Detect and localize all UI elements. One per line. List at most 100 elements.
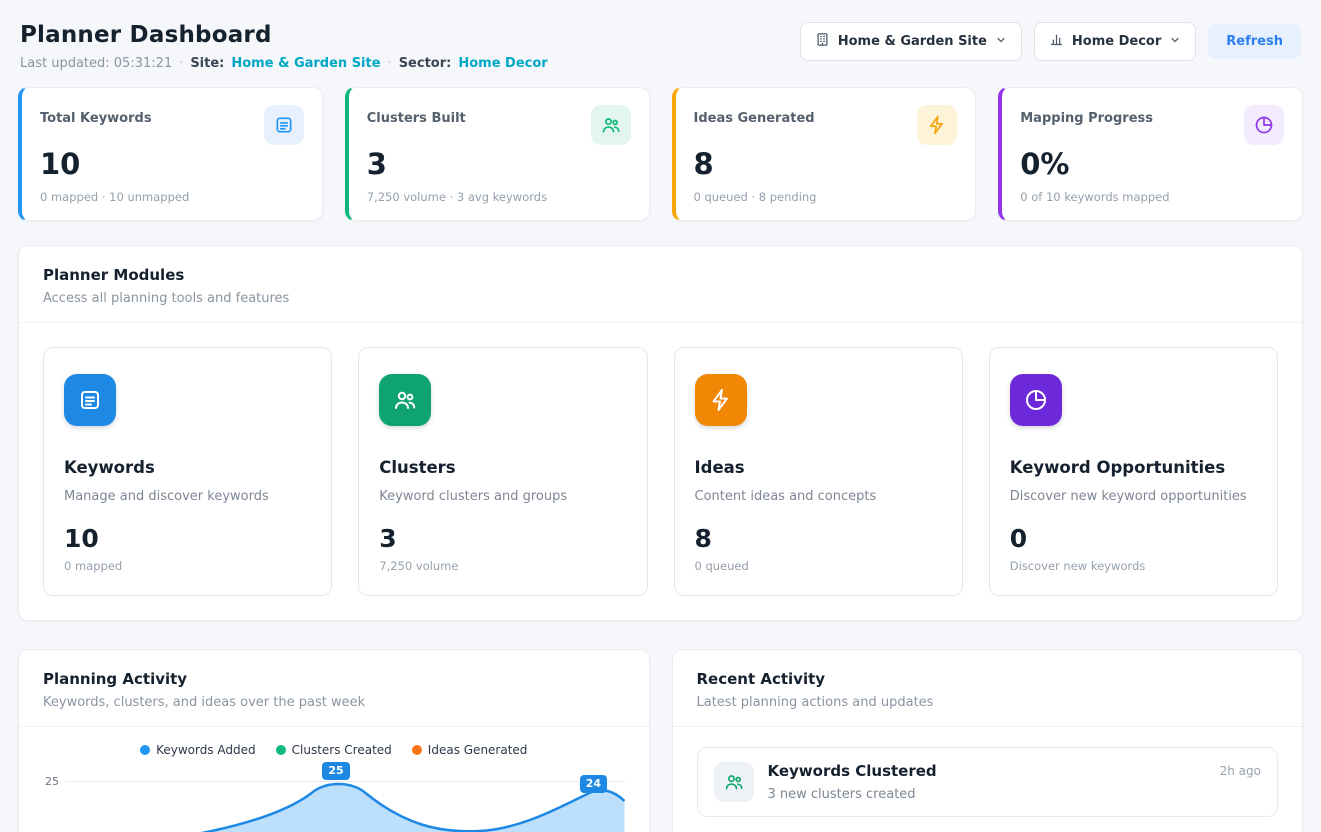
users-icon	[591, 105, 631, 145]
stats-row: Total Keywords 10 0 mapped · 10 unmapped…	[18, 87, 1303, 221]
pie-chart-icon	[1244, 105, 1284, 145]
bar-chart-icon	[1049, 32, 1064, 51]
module-card-keyword-opportunities[interactable]: Keyword Opportunities Discover new keywo…	[989, 347, 1278, 596]
planner-modules-panel: Planner Modules Access all planning tool…	[18, 245, 1303, 621]
page-meta: Last updated: 05:31:21 · Site: Home & Ga…	[20, 56, 548, 71]
legend-dot	[276, 745, 286, 755]
document-icon	[64, 374, 116, 426]
module-title: Clusters	[379, 458, 626, 477]
chevron-down-icon	[995, 34, 1007, 50]
legend-dot	[412, 745, 422, 755]
stat-detail: 0 queued · 8 pending	[694, 190, 958, 204]
data-point-label: 25	[322, 762, 349, 780]
module-description: Discover new keyword opportunities	[1010, 489, 1257, 504]
data-point-label: 24	[580, 775, 607, 793]
stat-card-clusters-built: Clusters Built 3 7,250 volume · 3 avg ke…	[345, 87, 650, 221]
bottom-row: Planning Activity Keywords, clusters, an…	[18, 649, 1303, 832]
legend-item-keywords-added: Keywords Added	[140, 743, 256, 757]
stat-label: Clusters Built	[367, 105, 466, 126]
planning-activity-header: Planning Activity Keywords, clusters, an…	[19, 650, 649, 727]
users-icon	[379, 374, 431, 426]
site-label: Site:	[190, 56, 224, 71]
area-chart: 25 24	[65, 771, 625, 832]
modules-panel-header: Planner Modules Access all planning tool…	[19, 246, 1302, 323]
meta-separator: ·	[388, 56, 392, 71]
stat-label: Mapping Progress	[1020, 105, 1153, 126]
last-updated-text: Last updated: 05:31:21	[20, 56, 172, 71]
recent-activity-header: Recent Activity Latest planning actions …	[673, 650, 1303, 727]
activity-title: Keywords Clustered	[768, 762, 1206, 780]
module-title: Keywords	[64, 458, 311, 477]
bolt-icon	[695, 374, 747, 426]
activity-timestamp: 2h ago	[1220, 762, 1261, 778]
module-detail: 0 queued	[695, 559, 942, 573]
module-value: 3	[379, 524, 626, 553]
stat-value: 3	[367, 147, 631, 181]
module-description: Manage and discover keywords	[64, 489, 311, 504]
sector-dropdown-label: Home Decor	[1072, 34, 1161, 49]
list-item: Keywords Clustered 3 new clusters create…	[697, 747, 1279, 817]
activity-list: Keywords Clustered 3 new clusters create…	[673, 727, 1303, 832]
keywords-added-area	[65, 771, 625, 832]
legend-label: Clusters Created	[292, 743, 392, 757]
meta-separator: ·	[179, 56, 183, 71]
stat-detail: 0 mapped · 10 unmapped	[40, 190, 304, 204]
recent-activity-subtitle: Latest planning actions and updates	[697, 695, 1279, 710]
sector-link[interactable]: Home Decor	[458, 56, 547, 71]
planner-dashboard-page: Planner Dashboard Last updated: 05:31:21…	[0, 0, 1321, 832]
document-icon	[264, 105, 304, 145]
module-title: Ideas	[695, 458, 942, 477]
legend-dot	[140, 745, 150, 755]
stat-detail: 0 of 10 keywords mapped	[1020, 190, 1284, 204]
legend-label: Keywords Added	[156, 743, 256, 757]
stat-label: Ideas Generated	[694, 105, 815, 126]
stat-card-mapping-progress: Mapping Progress 0% 0 of 10 keywords map…	[998, 87, 1303, 221]
stat-detail: 7,250 volume · 3 avg keywords	[367, 190, 631, 204]
stat-label: Total Keywords	[40, 105, 152, 126]
module-value: 0	[1010, 524, 1257, 553]
pie-chart-icon	[1010, 374, 1062, 426]
module-detail: 0 mapped	[64, 559, 311, 573]
legend-item-clusters-created: Clusters Created	[276, 743, 392, 757]
sector-dropdown[interactable]: Home Decor	[1034, 22, 1196, 61]
site-dropdown-label: Home & Garden Site	[838, 34, 987, 49]
module-detail: 7,250 volume	[379, 559, 626, 573]
site-link[interactable]: Home & Garden Site	[231, 56, 380, 71]
chevron-down-icon	[1169, 34, 1181, 50]
refresh-button[interactable]: Refresh	[1208, 24, 1301, 59]
module-value: 10	[64, 524, 311, 553]
header-left: Planner Dashboard Last updated: 05:31:21…	[20, 22, 548, 71]
module-card-keywords[interactable]: Keywords Manage and discover keywords 10…	[43, 347, 332, 596]
stat-value: 8	[694, 147, 958, 181]
module-description: Keyword clusters and groups	[379, 489, 626, 504]
modules-subtitle: Access all planning tools and features	[43, 291, 1278, 306]
activity-description: 3 new clusters created	[768, 787, 1206, 802]
planning-activity-title: Planning Activity	[43, 670, 625, 688]
recent-activity-title: Recent Activity	[697, 670, 1279, 688]
module-card-ideas[interactable]: Ideas Content ideas and concepts 8 0 que…	[674, 347, 963, 596]
module-value: 8	[695, 524, 942, 553]
module-title: Keyword Opportunities	[1010, 458, 1257, 477]
sector-label: Sector:	[399, 56, 452, 71]
module-card-clusters[interactable]: Clusters Keyword clusters and groups 3 7…	[358, 347, 647, 596]
modules-grid: Keywords Manage and discover keywords 10…	[19, 323, 1302, 620]
legend-label: Ideas Generated	[428, 743, 528, 757]
users-icon	[714, 762, 754, 802]
y-axis-tick: 25	[35, 771, 59, 832]
stat-card-ideas-generated: Ideas Generated 8 0 queued · 8 pending	[672, 87, 977, 221]
planning-activity-subtitle: Keywords, clusters, and ideas over the p…	[43, 695, 625, 710]
page-title: Planner Dashboard	[20, 22, 548, 48]
planning-activity-chart: 25 25 24	[35, 771, 625, 832]
stat-value: 10	[40, 147, 304, 181]
recent-activity-panel: Recent Activity Latest planning actions …	[672, 649, 1304, 832]
activity-body: Keywords Clustered 3 new clusters create…	[768, 762, 1206, 802]
module-description: Content ideas and concepts	[695, 489, 942, 504]
site-dropdown[interactable]: Home & Garden Site	[800, 22, 1022, 61]
header-actions: Home & Garden Site Home Decor Refresh	[800, 22, 1301, 61]
modules-title: Planner Modules	[43, 266, 1278, 284]
stat-value: 0%	[1020, 147, 1284, 181]
stat-card-total-keywords: Total Keywords 10 0 mapped · 10 unmapped	[18, 87, 323, 221]
legend-item-ideas-generated: Ideas Generated	[412, 743, 528, 757]
chart-legend: Keywords Added Clusters Created Ideas Ge…	[19, 743, 649, 757]
building-icon	[815, 32, 830, 51]
